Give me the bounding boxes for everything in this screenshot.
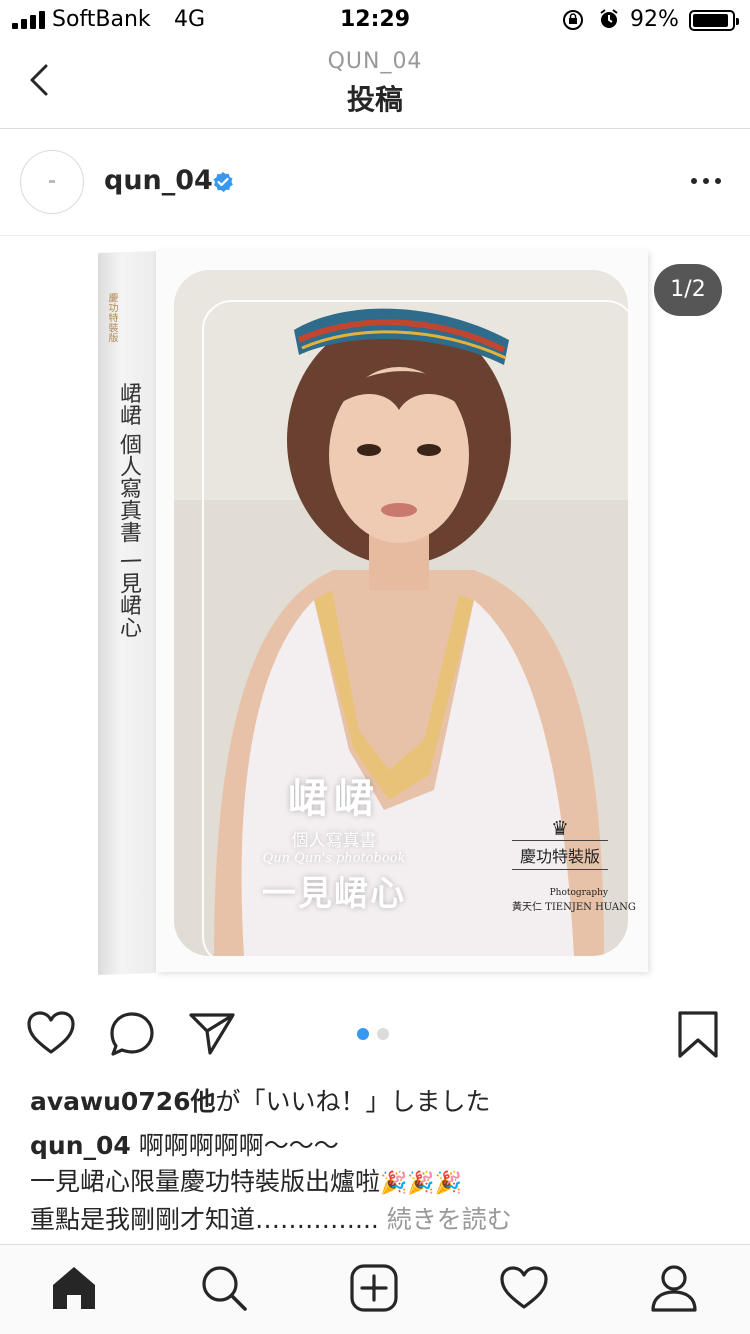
alarm-icon xyxy=(600,9,618,28)
caption-line-2: 一見峮心限量慶功特裝版出爐啦 xyxy=(30,1167,381,1196)
book-cover: 峮峮 個人寫真書 Qun Qun's photobook 一見峮心 ♛ 慶功特裝… xyxy=(156,250,648,972)
read-more-link[interactable]: 続きを読む xyxy=(387,1205,512,1234)
cover-edition-badge: ♛ 慶功特裝版 Photography 黃天仁 TIENJEN HUANG xyxy=(512,816,636,913)
heart-icon[interactable] xyxy=(26,1010,76,1056)
post-header: qun_04 xyxy=(0,129,750,236)
battery-percent: 92% xyxy=(630,7,679,32)
more-options-icon[interactable] xyxy=(690,177,722,185)
status-bar: SoftBank 4G 12:29 92% xyxy=(0,0,750,40)
party-popper-icon: 🎉🎉🎉 xyxy=(380,1171,463,1196)
comment-icon[interactable] xyxy=(108,1010,156,1058)
cover-title: 峮峮 xyxy=(288,775,380,822)
page-counter: 1/2 xyxy=(654,264,722,316)
verified-badge-icon xyxy=(213,172,233,192)
home-icon[interactable] xyxy=(49,1263,99,1313)
carousel-dots xyxy=(357,1028,389,1040)
post-caption: qun_04 啊啊啊啊啊〜〜〜 一見峮心限量慶功特裝版出爐啦🎉🎉🎉 重點是我剛剛… xyxy=(30,1128,730,1238)
share-icon[interactable] xyxy=(188,1010,236,1056)
book-spine: 慶功特裝版 峮峮 個人寫真書 一見峮心 xyxy=(98,250,156,976)
caption-line-1: 啊啊啊啊啊〜〜〜 xyxy=(138,1131,339,1160)
nav-header: QUN_04 投稿 xyxy=(0,40,750,129)
carousel-dot-active xyxy=(357,1028,369,1040)
page-title: 投稿 xyxy=(346,83,403,116)
activity-heart-icon[interactable] xyxy=(499,1263,549,1313)
photography-label: Photography xyxy=(549,888,608,898)
avatar[interactable] xyxy=(20,150,84,214)
profile-icon[interactable] xyxy=(649,1263,699,1313)
spine-badge: 慶功特裝版 xyxy=(106,292,117,343)
photographer-name: 黃天仁 TIENJEN HUANG xyxy=(512,902,636,913)
battery-fill xyxy=(693,14,728,27)
edition-label: 慶功特裝版 xyxy=(512,840,608,870)
post-username[interactable]: qun_04 xyxy=(104,165,213,196)
likes-suffix: が「いいね！」しました xyxy=(215,1087,491,1116)
likes-line: avawu0726他が「いいね！」しました xyxy=(30,1082,491,1118)
spine-text: 峮峮 個人寫真書 一見峮心 xyxy=(116,381,141,639)
carousel-dot xyxy=(377,1028,389,1040)
battery-icon xyxy=(689,10,739,31)
cover-subtitle: 個人寫真書 xyxy=(291,831,377,851)
liked-by-user[interactable]: avawu0726他 xyxy=(30,1087,216,1116)
post-media[interactable]: 慶功特裝版 峮峮 個人寫真書 一見峮心 峮峮 個人寫真書 Qun Qun's p… xyxy=(0,236,750,992)
caption-line-3: 重點是我剛剛才知道…………... xyxy=(30,1205,379,1234)
cover-title-block: 峮峮 個人寫真書 Qun Qun's photobook 一見峮心 xyxy=(244,766,424,915)
crown-icon: ♛ xyxy=(551,816,569,840)
post-actions xyxy=(0,992,750,1076)
nav-subtitle: QUN_04 xyxy=(327,49,423,74)
tab-bar xyxy=(0,1244,750,1334)
new-post-icon[interactable] xyxy=(349,1263,399,1313)
search-icon[interactable] xyxy=(199,1263,249,1313)
cover-english-title: Qun Qun's photobook xyxy=(262,851,406,866)
caption-username[interactable]: qun_04 xyxy=(30,1131,131,1160)
cover-book-name: 一見峮心 xyxy=(262,874,406,914)
rotation-lock-icon xyxy=(563,10,583,30)
bookmark-icon[interactable] xyxy=(676,1010,720,1060)
